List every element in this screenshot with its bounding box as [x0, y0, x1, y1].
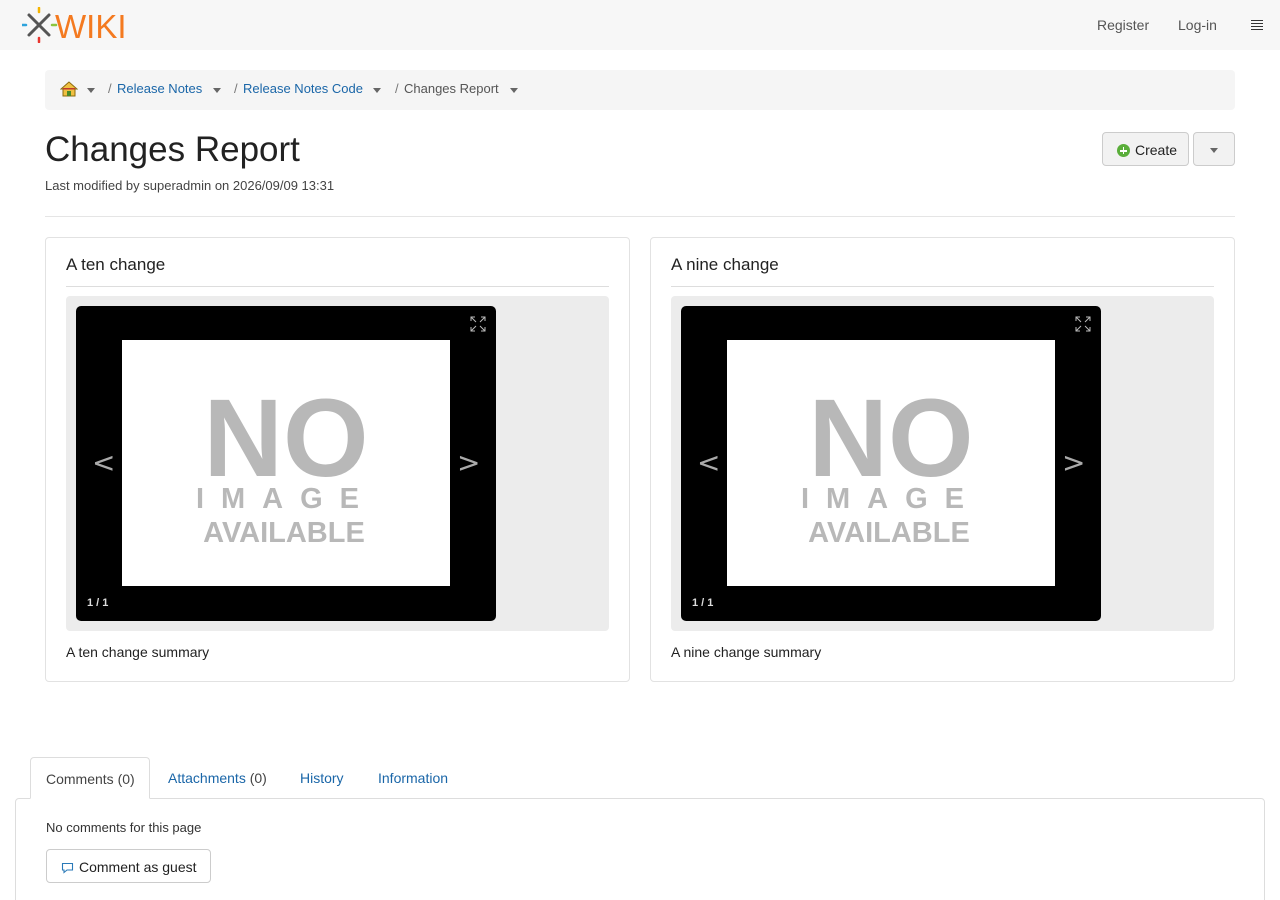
xwiki-logo[interactable]: WIKI: [22, 7, 132, 43]
change-title: A ten change: [66, 255, 166, 274]
change-title: A nine change: [671, 255, 779, 274]
breadcrumb-separator: /: [108, 81, 112, 96]
image-gallery: NO IMAGE AVAILABLE < > 1 / 1: [681, 306, 1101, 621]
top-navbar: WIKI Register Log-in: [0, 0, 1280, 50]
tab-label: Comments: [46, 771, 114, 787]
fullscreen-icon[interactable]: [470, 316, 486, 332]
change-summary: A nine change summary: [671, 644, 822, 660]
comment-as-guest-button[interactable]: Comment as guest: [46, 849, 211, 883]
divider: [66, 286, 609, 287]
previous-image-button[interactable]: <: [92, 446, 115, 479]
tab-information[interactable]: Information: [378, 757, 448, 799]
chevron-down-icon[interactable]: [213, 88, 221, 93]
change-summary: A ten change summary: [66, 644, 210, 660]
next-image-button[interactable]: >: [457, 446, 480, 479]
create-button[interactable]: Create: [1102, 132, 1189, 166]
svg-text:NO: NO: [809, 377, 974, 500]
tab-history[interactable]: History: [300, 757, 344, 799]
fullscreen-icon[interactable]: [1075, 316, 1091, 332]
chevron-down-icon[interactable]: [510, 88, 518, 93]
divider: [671, 286, 1214, 287]
svg-text:NO: NO: [204, 377, 369, 500]
change-card: A nine change NO IMAGE AVAILABLE < > 1 /…: [650, 237, 1235, 682]
comment-icon: [61, 861, 74, 874]
chevron-down-icon[interactable]: [87, 88, 95, 93]
image-counter: 1 / 1: [87, 597, 109, 609]
divider: [45, 216, 1235, 217]
tab-label: Attachments: [168, 770, 246, 786]
gallery-container: NO IMAGE AVAILABLE < > 1 / 1: [66, 296, 609, 631]
breadcrumb-release-notes[interactable]: Release Notes: [117, 81, 202, 96]
breadcrumb-separator: /: [395, 81, 399, 96]
comments-panel: No comments for this page Comment as gue…: [15, 798, 1265, 900]
chevron-down-icon[interactable]: [373, 88, 381, 93]
no-comments-message: No comments for this page: [46, 820, 202, 835]
image-counter: 1 / 1: [692, 597, 714, 609]
tab-count: (0): [117, 771, 135, 787]
register-link[interactable]: Register: [1097, 17, 1149, 33]
comment-button-label: Comment as guest: [79, 859, 197, 875]
tab-comments[interactable]: Comments (0): [30, 757, 150, 799]
no-image-placeholder: NO IMAGE AVAILABLE: [727, 340, 1055, 586]
next-image-button[interactable]: >: [1062, 446, 1085, 479]
tab-label: History: [300, 770, 344, 786]
tab-label: Information: [378, 770, 449, 786]
svg-text:AVAILABLE: AVAILABLE: [203, 517, 365, 549]
svg-text:AVAILABLE: AVAILABLE: [808, 517, 970, 549]
tab-attachments[interactable]: Attachments (0): [168, 757, 267, 799]
breadcrumb-current: Changes Report: [404, 81, 499, 96]
create-button-label: Create: [1135, 142, 1178, 158]
page-title: Changes Report: [45, 130, 300, 169]
login-link[interactable]: Log-in: [1178, 17, 1217, 33]
more-actions-button[interactable]: [1193, 132, 1235, 166]
chevron-down-icon: [1210, 148, 1218, 153]
breadcrumb: / Release Notes / Release Notes Code / C…: [45, 70, 1235, 110]
svg-text:IMAGE: IMAGE: [196, 483, 376, 515]
menu-icon[interactable]: [1251, 20, 1263, 31]
image-gallery: NO IMAGE AVAILABLE < > 1 / 1: [76, 306, 496, 621]
previous-image-button[interactable]: <: [697, 446, 720, 479]
add-icon: [1117, 144, 1130, 157]
logo-wordmark: WIKI: [55, 8, 127, 43]
breadcrumb-release-notes-code[interactable]: Release Notes Code: [243, 81, 363, 96]
home-icon[interactable]: [59, 81, 79, 97]
last-modified-info: Last modified by superadmin on 2026/09/0…: [45, 178, 335, 193]
breadcrumb-separator: /: [234, 81, 238, 96]
change-card: A ten change NO IMAGE AVAILABLE < > 1 / …: [45, 237, 630, 682]
tab-count: (0): [249, 770, 267, 786]
no-image-placeholder: NO IMAGE AVAILABLE: [122, 340, 450, 586]
gallery-container: NO IMAGE AVAILABLE < > 1 / 1: [671, 296, 1214, 631]
svg-text:IMAGE: IMAGE: [801, 483, 981, 515]
